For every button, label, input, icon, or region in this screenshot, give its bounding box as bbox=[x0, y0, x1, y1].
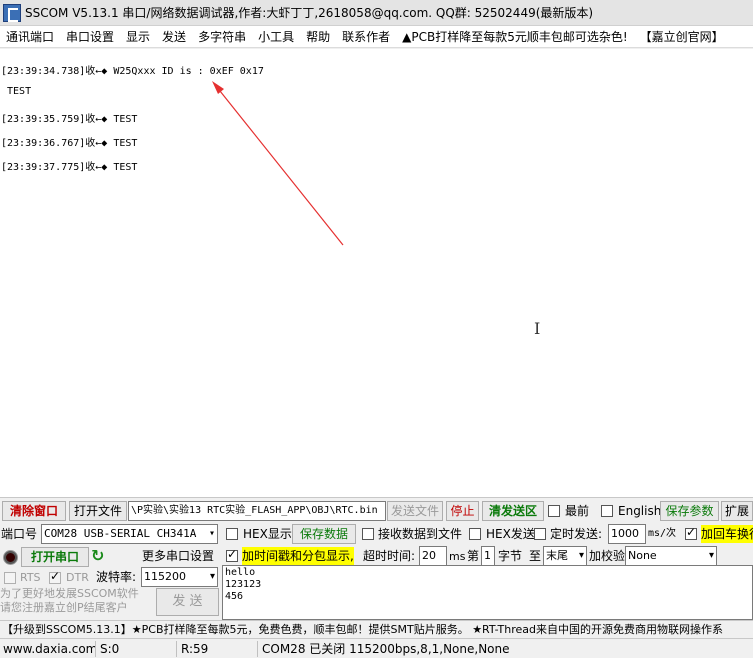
add-crlf-checkbox[interactable] bbox=[685, 525, 697, 540]
annotation-arrow-icon bbox=[212, 81, 344, 246]
timed-send-checkbox[interactable] bbox=[534, 528, 546, 540]
clear-send-area-button[interactable]: 清发送区 bbox=[482, 501, 544, 521]
website-link[interactable]: www.daxia.com bbox=[0, 641, 96, 657]
stop-button[interactable]: 停止 bbox=[446, 501, 479, 521]
receive-to-file-label: 接收数据到文件 bbox=[378, 527, 463, 541]
rts-label: RTS bbox=[20, 571, 41, 584]
byte-label: 字节 bbox=[498, 549, 523, 563]
timeout-label: 超时时间: bbox=[363, 549, 416, 563]
to-label: 至 bbox=[529, 549, 542, 563]
hex-display-label: HEX显示 bbox=[243, 527, 292, 541]
front-most-label: 最前 bbox=[565, 504, 590, 518]
menu-tools[interactable]: 小工具 bbox=[252, 26, 300, 48]
checksum-label: 加校验 bbox=[589, 549, 626, 563]
timestamp-label: 加时间戳和分包显示, bbox=[242, 547, 354, 565]
menu-send[interactable]: 发送 bbox=[156, 26, 192, 48]
text-cursor-icon: I bbox=[534, 319, 541, 338]
baud-select[interactable]: 115200 bbox=[141, 567, 218, 587]
menu-serial-settings[interactable]: 串口设置 bbox=[60, 26, 120, 48]
checksum-select[interactable]: None bbox=[625, 546, 717, 566]
add-crlf-label: 加回车换行 bbox=[701, 525, 753, 543]
menu-display[interactable]: 显示 bbox=[120, 26, 156, 48]
menu-contact-author[interactable]: 联系作者 bbox=[336, 26, 396, 48]
window-title: SSCOM V5.13.1 串口/网络数据调试器,作者:大虾丁丁,2618058… bbox=[25, 6, 594, 20]
dtr-checkbox[interactable] bbox=[49, 569, 61, 584]
send-text-area[interactable]: hello 123123 456 bbox=[222, 565, 753, 620]
dtr-label: DTR bbox=[66, 571, 89, 584]
interval-input[interactable]: 1000 bbox=[608, 524, 646, 544]
app-icon bbox=[3, 3, 21, 22]
port-select[interactable]: COM28 USB-SERIAL CH341A bbox=[41, 524, 218, 544]
open-file-button[interactable]: 打开文件 bbox=[69, 501, 127, 521]
hex-send-checkbox[interactable] bbox=[469, 528, 481, 540]
receive-to-file-checkbox[interactable] bbox=[362, 528, 374, 540]
rts-checkbox[interactable] bbox=[4, 572, 16, 584]
timestamp-checkbox[interactable] bbox=[226, 547, 238, 562]
expand-button[interactable]: 扩展 bbox=[721, 501, 753, 521]
port-label: 端口号 bbox=[1, 527, 38, 541]
send-file-button[interactable]: 发送文件 bbox=[387, 501, 443, 521]
front-most-checkbox[interactable] bbox=[548, 505, 560, 517]
port-state: COM28 已关闭 115200bps,8,1,None,None bbox=[262, 642, 510, 656]
menu-comm-port[interactable]: 通讯端口 bbox=[0, 26, 60, 48]
receive-text-area[interactable]: [23:39:34.738]收←◆ W25Qxxx ID is : 0xEF 0… bbox=[0, 49, 753, 497]
promo-ticker[interactable]: 【升级到SSCOM5.13.1】★PCB打样降至每款5元，免费色费，顺丰包邮！提… bbox=[0, 620, 753, 638]
baud-label: 波特率: bbox=[96, 570, 137, 584]
refresh-icon[interactable]: ↻ bbox=[91, 547, 107, 565]
title-bar: SSCOM V5.13.1 串口/网络数据调试器,作者:大虾丁丁,2618058… bbox=[0, 0, 753, 26]
menu-multi-string[interactable]: 多字符串 bbox=[192, 26, 252, 48]
timeout-unit-label: ms bbox=[449, 550, 466, 563]
english-checkbox[interactable] bbox=[601, 505, 613, 517]
end-select[interactable]: 末尾 bbox=[543, 546, 587, 566]
menu-jlc-site[interactable]: 【嘉立创官网】 bbox=[634, 26, 730, 48]
status-bar: www.daxia.com S:0 R:59 COM28 已关闭 115200b… bbox=[0, 638, 753, 658]
more-settings-link[interactable]: 更多串口设置 bbox=[142, 547, 214, 565]
menu-help[interactable]: 帮助 bbox=[300, 26, 336, 48]
english-label: English bbox=[618, 504, 662, 518]
menu-pcb-promo[interactable]: ▲PCB打样降至每款5元顺丰包邮可选杂色! bbox=[396, 26, 634, 48]
promo-text-line2: 请您注册嘉立创P结尾客户 bbox=[0, 601, 128, 614]
save-data-button[interactable]: 保存数据 bbox=[292, 524, 356, 544]
save-params-button[interactable]: 保存参数 bbox=[660, 501, 719, 521]
promo-text-line1: 为了更好地发展SSCOM软件 bbox=[0, 587, 139, 600]
received-count: R:59 bbox=[178, 641, 258, 657]
open-port-button[interactable]: 打开串口 bbox=[21, 547, 89, 567]
timed-send-label: 定时发送: bbox=[550, 527, 603, 541]
interval-unit-label: ms/次 bbox=[648, 528, 677, 539]
port-status-led-icon bbox=[4, 551, 17, 564]
clear-window-button[interactable]: 清除窗口 bbox=[2, 501, 66, 521]
control-panel: 清除窗口 打开文件 \P实验\实验13 RTC实验_FLASH_APP\OBJ\… bbox=[0, 497, 753, 620]
menu-bar: 通讯端口 串口设置 显示 发送 多字符串 小工具 帮助 联系作者 ▲PCB打样降… bbox=[0, 26, 753, 48]
file-path-field[interactable]: \P实验\实验13 RTC实验_FLASH_APP\OBJ\RTC.bin bbox=[128, 501, 386, 521]
nth-input[interactable]: 1 bbox=[481, 546, 495, 566]
hex-send-label: HEX发送 bbox=[486, 527, 535, 541]
hex-display-checkbox[interactable] bbox=[226, 528, 238, 540]
timeout-input[interactable]: 20 bbox=[419, 546, 447, 566]
nth-label: 第 bbox=[467, 549, 480, 563]
send-button[interactable]: 发 送 bbox=[156, 588, 219, 616]
sent-count: S:0 bbox=[97, 641, 177, 657]
